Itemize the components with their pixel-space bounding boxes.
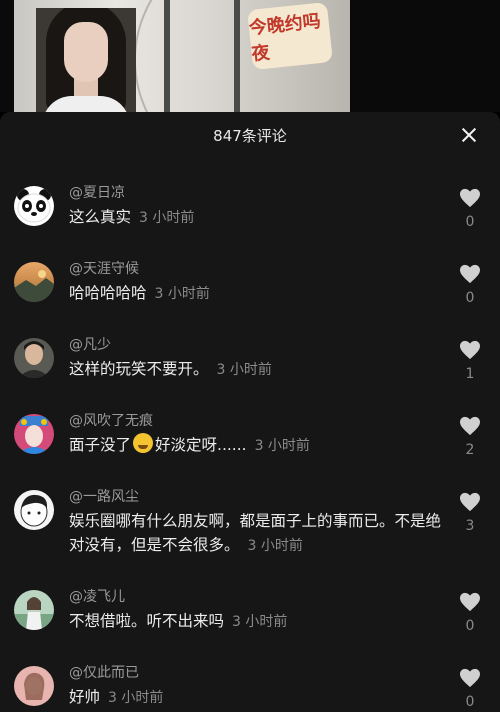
comment-time: 3 小时前 — [254, 438, 310, 454]
comment-text: 娱乐圈哪有什么朋友啊，都是面子上的事而已。不是绝对没有，但是不会很多。 3 小时前 — [69, 509, 449, 558]
opera-costume-avatar-icon[interactable] — [14, 414, 54, 454]
comment-time: 3 小时前 — [216, 362, 272, 378]
heart-icon — [460, 416, 480, 436]
sunset-landscape-avatar-icon[interactable] — [14, 262, 54, 302]
cartoon-boy-avatar-icon[interactable] — [14, 490, 54, 530]
comment-body-start: 面子没了 — [69, 436, 132, 454]
like-count: 1 — [465, 366, 475, 382]
man-portrait-avatar-icon[interactable] — [14, 338, 54, 378]
like-count: 0 — [465, 618, 475, 634]
comments-sheet: 847条评论 @夏日凉 这么真实 3 小时前 0 @天涯守候 哈哈哈哈哈 3 小时前 — [0, 112, 500, 712]
heart-icon — [460, 264, 480, 284]
comment-text: 这么真实 3 小时前 — [69, 205, 449, 230]
comments-header: 847条评论 — [0, 112, 500, 158]
comment-text: 哈哈哈哈哈 3 小时前 — [69, 281, 449, 306]
comment-body: 这么真实 — [69, 208, 132, 226]
heart-icon — [460, 668, 480, 688]
decor-panel-line — [164, 0, 170, 112]
like-button[interactable]: 3 — [455, 492, 485, 534]
comment-time: 3 小时前 — [154, 286, 210, 302]
heart-icon — [460, 492, 480, 512]
comment-username[interactable]: @天涯守候 — [69, 258, 139, 278]
woman-portrait-image — [36, 8, 136, 112]
heart-icon — [460, 340, 480, 360]
comment-body: 不想借啦。听不出来吗 — [69, 612, 225, 630]
like-count: 3 — [465, 518, 475, 534]
like-count: 0 — [465, 214, 475, 230]
comment-time: 3 小时前 — [139, 210, 195, 226]
heart-icon — [460, 188, 480, 208]
decor-panel-line — [234, 0, 240, 112]
comment-username[interactable]: @一路风尘 — [69, 486, 139, 506]
comment-text: 不想借啦。听不出来吗 3 小时前 — [69, 609, 449, 634]
like-button[interactable]: 0 — [455, 668, 485, 710]
like-count: 2 — [465, 442, 475, 458]
comment-body: 这样的玩笑不要开。 — [69, 360, 209, 378]
comment-time: 3 小时前 — [247, 538, 303, 554]
video-preview[interactable]: 今晚约吗夜 — [0, 0, 500, 112]
like-button[interactable]: 0 — [455, 188, 485, 230]
girl-outdoor-avatar-icon[interactable] — [14, 590, 54, 630]
like-count: 0 — [465, 290, 475, 306]
panda-avatar-icon[interactable] — [14, 186, 54, 226]
comment-username[interactable]: @凡少 — [69, 334, 111, 354]
comment-text: 好帅 3 小时前 — [69, 685, 449, 710]
comment-username[interactable]: @风吹了无痕 — [69, 410, 153, 430]
comment-username[interactable]: @夏日凉 — [69, 182, 125, 202]
like-button[interactable]: 0 — [455, 264, 485, 306]
comment-time: 3 小时前 — [108, 690, 164, 706]
like-button[interactable]: 2 — [455, 416, 485, 458]
comment-body-end: 好淡定呀...... — [155, 436, 247, 454]
comment-username[interactable]: @凌飞儿 — [69, 586, 125, 606]
like-button[interactable]: 1 — [455, 340, 485, 382]
like-count: 0 — [465, 694, 475, 710]
heart-icon — [460, 592, 480, 612]
close-icon[interactable] — [458, 124, 480, 146]
show-logo-text: 今晚约吗夜 — [247, 10, 322, 66]
comment-body: 好帅 — [69, 688, 101, 706]
like-button[interactable]: 0 — [455, 592, 485, 634]
laughing-tears-emoji-icon — [133, 433, 154, 453]
girl-pink-avatar-icon[interactable] — [14, 666, 54, 706]
comment-text: 面子没了 好淡定呀...... 3 小时前 — [69, 433, 449, 458]
comment-time: 3 小时前 — [232, 614, 288, 630]
comment-username[interactable]: @仅此而已 — [69, 662, 139, 682]
comments-count-title: 847条评论 — [213, 126, 287, 145]
show-logo: 今晚约吗夜 — [247, 1, 333, 71]
comment-text: 这样的玩笑不要开。 3 小时前 — [69, 357, 449, 382]
comment-body: 哈哈哈哈哈 — [69, 284, 147, 302]
